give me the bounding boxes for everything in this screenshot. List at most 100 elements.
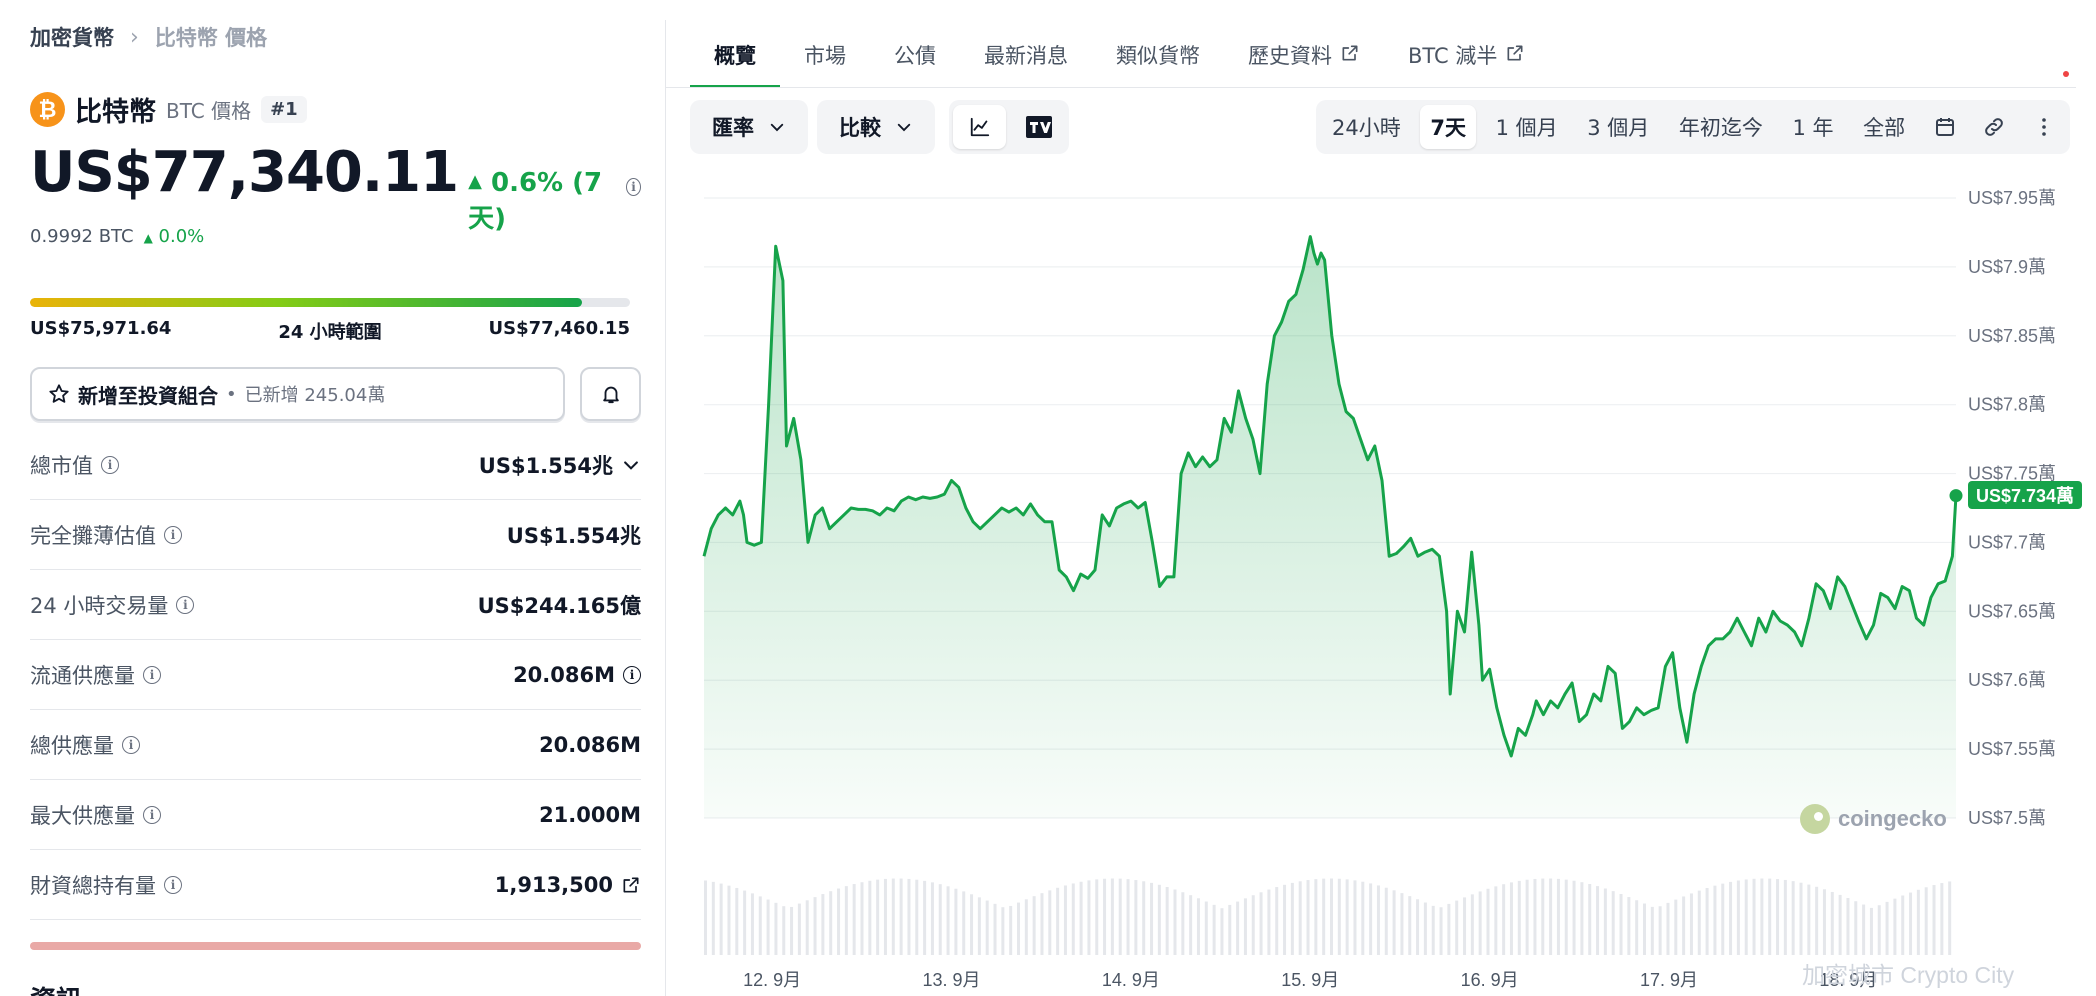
volume-bar <box>719 883 723 955</box>
range-button-1[interactable]: 7天 <box>1420 105 1476 149</box>
volume-bar <box>1932 885 1936 955</box>
volume-bar <box>1071 883 1075 955</box>
range-button-4[interactable]: 年初迄今 <box>1669 105 1773 149</box>
coingecko-brand: coingecko <box>1800 804 1947 834</box>
volume-bar <box>1032 896 1036 955</box>
more-options-button[interactable] <box>2024 105 2064 149</box>
volume-bar <box>1916 889 1920 955</box>
volume-bar <box>1416 899 1420 955</box>
range-button-3[interactable]: 3 個月 <box>1577 105 1659 149</box>
volume-bar <box>1721 883 1725 955</box>
volume-bar <box>915 879 919 955</box>
tab-label: 最新消息 <box>984 44 1068 68</box>
volume-bar <box>1838 894 1842 955</box>
volume-bar <box>970 894 974 955</box>
link-button[interactable] <box>1974 105 2014 149</box>
volume-bar <box>1181 892 1185 955</box>
volume-bar <box>1517 880 1521 955</box>
btc-price: 0.9992 BTC <box>30 226 134 247</box>
volume-bar <box>1439 907 1443 955</box>
y-tick-label: US$7.8萬 <box>1968 395 2046 415</box>
external-link-icon[interactable] <box>621 875 641 895</box>
range-button-2[interactable]: 1 個月 <box>1486 105 1568 149</box>
volume-bar <box>829 891 833 955</box>
btc-price-change-value: 0.0% <box>158 226 205 247</box>
chevron-down-icon[interactable] <box>621 455 641 475</box>
stat-value: US$244.165億 <box>477 593 641 618</box>
stat-label: 總供應量 <box>30 733 114 758</box>
tab-2[interactable]: 公債 <box>870 40 960 88</box>
volume-bar <box>1713 885 1717 955</box>
tab-4[interactable]: 類似貨幣 <box>1092 40 1224 88</box>
caret-up-icon: ▲ <box>143 231 153 245</box>
range-button-5[interactable]: 1 年 <box>1783 105 1844 149</box>
volume-bar <box>1666 902 1670 955</box>
volume-bar <box>1611 891 1615 955</box>
calendar-icon <box>1935 118 1954 136</box>
tab-0[interactable]: 概覽 <box>690 40 780 88</box>
info-icon[interactable]: i <box>143 805 161 824</box>
volume-bar <box>1110 878 1114 955</box>
external-link-icon <box>1342 45 1358 61</box>
volume-bar <box>1846 897 1850 955</box>
stat-value: 20.086M <box>513 662 615 687</box>
tab-label: 公債 <box>894 44 936 68</box>
tab-6[interactable]: BTC 減半 <box>1384 40 1549 88</box>
volume-bar <box>938 884 942 955</box>
volume-bar <box>1470 894 1474 955</box>
volume-bar <box>1580 882 1584 955</box>
volume-bar <box>1298 881 1302 955</box>
tab-1[interactable]: 市場 <box>780 40 870 88</box>
volume-bar <box>1118 878 1122 955</box>
range-button-0[interactable]: 24小時 <box>1322 105 1411 149</box>
volume-bar <box>1869 907 1873 955</box>
tab-5[interactable]: 歷史資料 <box>1224 40 1384 88</box>
info-icon[interactable]: i <box>101 455 119 474</box>
info-icon[interactable]: i <box>176 595 195 614</box>
volume-bar <box>985 900 989 955</box>
volume-bar <box>1056 887 1060 955</box>
volume-bar <box>1783 879 1787 955</box>
add-to-portfolio-button[interactable]: 新增至投資組合 • 已新增 245.04萬 <box>30 367 565 421</box>
volume-bar <box>1392 890 1396 955</box>
volume-bar <box>1791 881 1795 955</box>
calendar-button[interactable] <box>1925 105 1965 149</box>
info-icon[interactable]: i <box>623 665 641 684</box>
breadcrumb-crypto-link[interactable]: 加密貨幣 <box>30 22 114 52</box>
stat-row: 24 小時交易量 i US$244.165億 <box>30 570 641 640</box>
info-icon[interactable]: i <box>625 178 641 196</box>
volume-bar <box>735 887 739 955</box>
volume-bar <box>805 900 809 955</box>
x-tick-label: 16. 9月 <box>1461 970 1519 990</box>
currency-dropdown[interactable]: 匯率 <box>690 100 808 154</box>
stat-label: 完全攤薄估值 <box>30 523 156 548</box>
tab-3[interactable]: 最新消息 <box>960 40 1092 88</box>
info-icon[interactable]: i <box>143 665 161 684</box>
coin-symbol-label: BTC 價格 <box>166 99 252 123</box>
stat-row: 總供應量 i 20.086M <box>30 710 641 780</box>
volume-bar <box>1228 904 1232 955</box>
volume-bar <box>852 884 856 955</box>
stat-row: 財資總持有量 i 1,913,500 <box>30 850 641 920</box>
volume-bar <box>1001 907 1005 955</box>
line-chart-view-button[interactable] <box>953 105 1006 149</box>
tab-label: 類似貨幣 <box>1116 44 1200 68</box>
volume-bar <box>1619 893 1623 955</box>
compare-dropdown[interactable]: 比較 <box>817 100 935 154</box>
volume-bar <box>1572 880 1576 955</box>
volume-bar <box>1697 890 1701 955</box>
compare-dropdown-label: 比較 <box>839 116 881 140</box>
volume-bar <box>1822 889 1826 955</box>
price-alert-button[interactable] <box>580 367 641 421</box>
info-icon[interactable]: i <box>122 735 140 754</box>
volume-bar <box>1369 883 1373 955</box>
tradingview-button[interactable] <box>1012 105 1065 149</box>
breadcrumb-current: 比特幣 價格 <box>154 26 268 50</box>
range-button-6[interactable]: 全部 <box>1853 105 1915 149</box>
info-icon[interactable]: i <box>164 875 182 894</box>
coin-header: ₿ 比特幣 BTC 價格 #1 <box>30 90 307 129</box>
info-icon[interactable]: i <box>164 525 182 544</box>
volume-bar <box>1940 883 1944 955</box>
24h-high: US$77,460.15 <box>488 318 630 339</box>
volume-bar <box>891 878 895 955</box>
